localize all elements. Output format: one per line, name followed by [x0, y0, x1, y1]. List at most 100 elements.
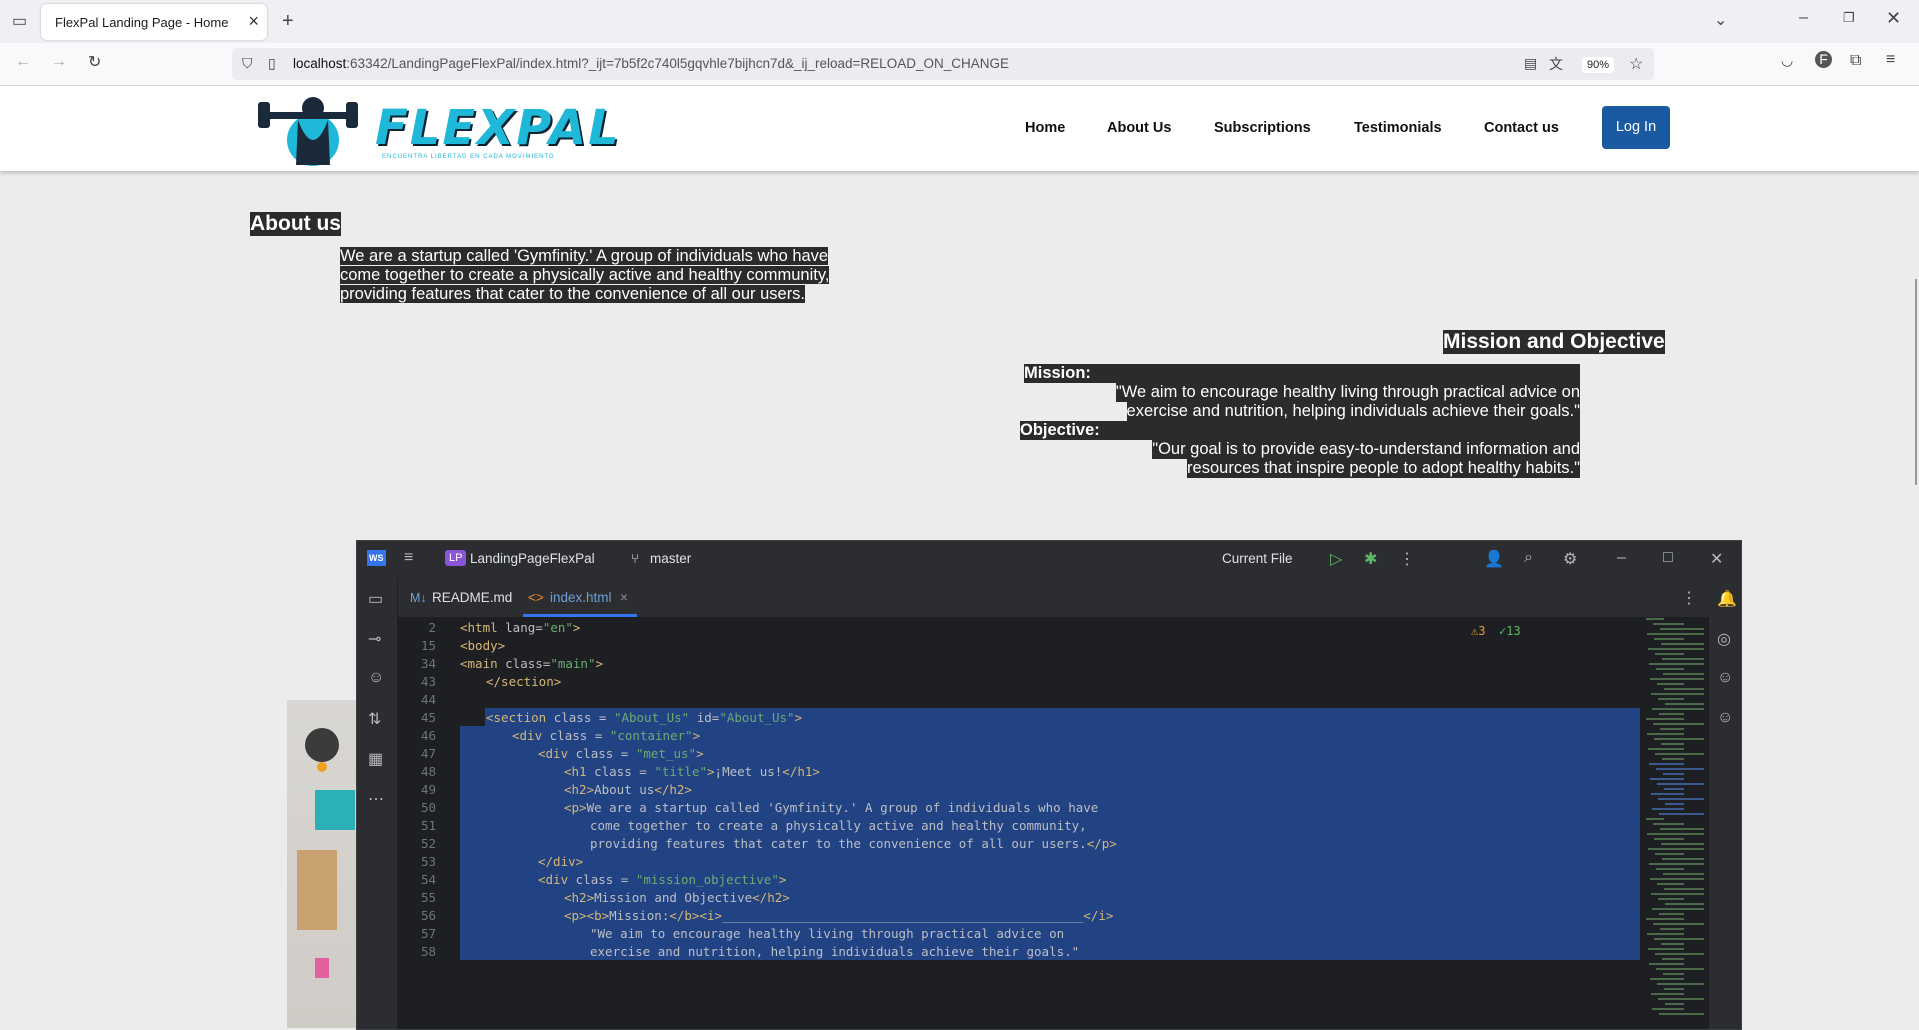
nav-testimonials[interactable]: Testimonials: [1354, 120, 1442, 136]
minimap-line: [1651, 793, 1684, 795]
page-scrollbar[interactable]: [1909, 86, 1919, 1028]
folder-icon[interactable]: ▭: [368, 589, 383, 609]
search-icon[interactable]: ⌕: [1524, 549, 1533, 567]
minimap-line: [1654, 738, 1704, 740]
nav-about-us[interactable]: About Us: [1107, 120, 1171, 136]
code-line[interactable]: providing features that cater to the con…: [590, 836, 1117, 851]
zoom-level[interactable]: 90%: [1582, 57, 1615, 73]
code-line[interactable]: </div>: [538, 854, 583, 869]
copilot-chat-icon[interactable]: ☺: [1717, 669, 1733, 687]
commit-icon[interactable]: ⊸: [368, 629, 381, 649]
close-tab-icon[interactable]: ×: [620, 590, 628, 605]
branch-name[interactable]: master: [650, 551, 691, 566]
code-line[interactable]: <main class="main">: [460, 656, 603, 671]
pocket-icon[interactable]: ◡: [1781, 52, 1793, 69]
close-tab-icon[interactable]: ×: [248, 11, 259, 32]
new-tab-icon[interactable]: +: [282, 10, 294, 33]
code-minimap[interactable]: [1640, 618, 1709, 1029]
code-line[interactable]: <p><b>Mission:</b><i>___________________…: [564, 908, 1113, 923]
minimap-line: [1650, 878, 1704, 880]
code-line[interactable]: "We aim to encourage healthy living thro…: [590, 926, 1064, 941]
chevron-down-icon[interactable]: ⌄: [1714, 10, 1727, 30]
code-line[interactable]: <div class = "mission_objective">: [538, 872, 786, 887]
bookmark-star-icon[interactable]: ☆: [1629, 54, 1643, 74]
page-icon[interactable]: ▯: [268, 55, 276, 72]
gym-equipment-image: [287, 700, 357, 1028]
account-avatar-icon[interactable]: F: [1815, 51, 1832, 68]
warnings-count[interactable]: ⚠3: [1471, 624, 1485, 638]
ide-close-icon[interactable]: ✕: [1710, 549, 1723, 569]
main-menu-icon[interactable]: ≡: [404, 549, 413, 567]
translate-icon[interactable]: 文: [1549, 54, 1563, 74]
restore-icon[interactable]: ❐: [1843, 10, 1855, 26]
minimap-line: [1660, 728, 1684, 730]
minimap-line: [1646, 918, 1684, 920]
minimap-line: [1652, 808, 1684, 810]
code-line[interactable]: <div class = "met_us">: [538, 746, 704, 761]
debug-icon[interactable]: ✱: [1364, 549, 1377, 569]
run-config[interactable]: Current File: [1222, 551, 1293, 566]
minimap-line: [1665, 1003, 1684, 1005]
close-window-icon[interactable]: ✕: [1886, 8, 1901, 29]
add-user-icon[interactable]: 👤: [1484, 549, 1504, 569]
code-line[interactable]: <p>We are a startup called 'Gymfinity.' …: [564, 800, 1098, 815]
code-line[interactable]: <div class = "container">: [512, 728, 700, 743]
ai-assistant-icon[interactable]: ◎: [1717, 629, 1731, 649]
code-editor[interactable]: 2 15 34 43 44 45 46 47 48 49 50 51 52 53 54 55 56 57 58 <h…: [398, 618, 1709, 1029]
checks-count[interactable]: ✓13: [1499, 624, 1521, 638]
minimap-line: [1649, 763, 1684, 765]
pull-request-icon[interactable]: ⇅: [368, 709, 381, 729]
minimap-line: [1652, 908, 1704, 910]
nav-home[interactable]: Home: [1025, 120, 1065, 136]
minimap-line: [1664, 888, 1704, 890]
forward-icon[interactable]: →: [51, 53, 67, 71]
more-icon[interactable]: ⋮: [1399, 549, 1415, 569]
code-line[interactable]: <h2>Mission and Objective</h2>: [564, 890, 790, 905]
code-line[interactable]: <h1 class = "title">¡Meet us!</h1>: [564, 764, 820, 779]
nav-subscriptions[interactable]: Subscriptions: [1214, 120, 1311, 136]
tab-actions-icon[interactable]: ⋮: [1681, 588, 1697, 608]
minimap-line: [1664, 788, 1684, 790]
minimap-line: [1662, 758, 1684, 760]
ide-maximize-icon[interactable]: □: [1663, 549, 1673, 567]
code-line[interactable]: exercise and nutrition, helping individu…: [590, 944, 1079, 959]
notifications-icon[interactable]: 🔔: [1717, 589, 1737, 609]
nav-contact-us[interactable]: Contact us: [1484, 120, 1559, 136]
back-icon[interactable]: ←: [15, 53, 31, 71]
mission-line: exercise and nutrition, helping individu…: [1126, 402, 1580, 421]
code-line[interactable]: </section>: [486, 674, 561, 689]
scrollbar-thumb[interactable]: [1915, 279, 1917, 485]
logo-wordmark[interactable]: FLEXPAL: [375, 100, 621, 156]
project-name[interactable]: LandingPageFlexPal: [470, 551, 595, 566]
minimap-line: [1665, 803, 1684, 805]
code-line[interactable]: come together to create a physically act…: [590, 818, 1087, 833]
reload-icon[interactable]: ↻: [88, 52, 101, 72]
run-icon[interactable]: ▷: [1330, 549, 1342, 569]
minimap-line: [1657, 683, 1684, 685]
minimap-line: [1658, 998, 1704, 1000]
tab-readme[interactable]: README.md: [432, 590, 512, 605]
url-text[interactable]: localhost:63342/LandingPageFlexPal/index…: [293, 56, 1009, 71]
copilot-icon[interactable]: ☺: [368, 669, 384, 687]
code-line[interactable]: <html lang="en">: [460, 620, 580, 635]
minimap-line: [1662, 858, 1704, 860]
address-bar[interactable]: ⛉ ▯ localhost:63342/LandingPageFlexPal/i…: [232, 48, 1654, 80]
extensions-icon[interactable]: ⧉: [1850, 52, 1861, 70]
code-line[interactable]: <h2>About us</h2>: [564, 782, 692, 797]
minimize-icon[interactable]: –: [1799, 9, 1808, 27]
tab-list-icon[interactable]: ▭: [12, 11, 27, 31]
menu-icon[interactable]: ≡: [1886, 51, 1895, 69]
minimap-line: [1665, 903, 1704, 905]
copilot-icon[interactable]: ☺: [1717, 709, 1733, 727]
more-tools-icon[interactable]: ⋯: [368, 789, 384, 809]
code-line[interactable]: <section class = "About_Us" id="About_Us…: [486, 710, 802, 725]
structure-icon[interactable]: ▦: [368, 749, 383, 769]
login-button[interactable]: Log In: [1602, 106, 1670, 149]
tab-index-html[interactable]: index.html: [550, 590, 612, 605]
code-line[interactable]: <body>: [460, 638, 505, 653]
reader-view-icon[interactable]: ▤: [1524, 55, 1537, 72]
gear-icon[interactable]: ⚙: [1563, 549, 1577, 569]
shield-icon[interactable]: ⛉: [242, 55, 253, 72]
browser-tab[interactable]: FlexPal Landing Page - Home ×: [41, 4, 267, 40]
ide-minimize-icon[interactable]: –: [1617, 549, 1626, 567]
